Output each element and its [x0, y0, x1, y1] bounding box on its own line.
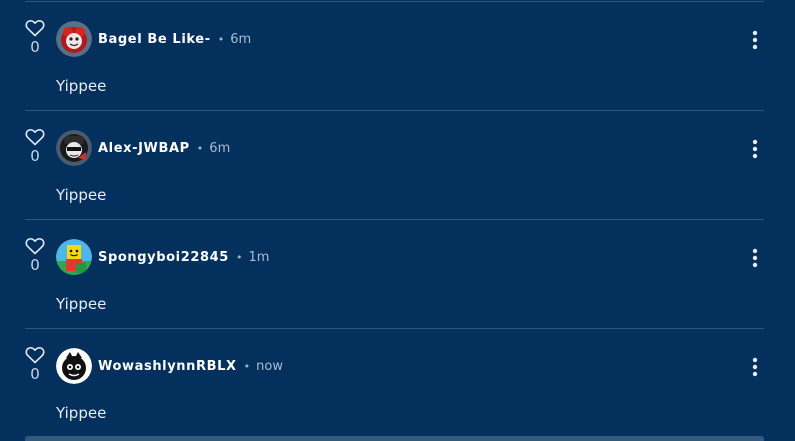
- username[interactable]: Bagel Be Like-: [98, 32, 211, 47]
- more-options-button[interactable]: [746, 139, 764, 161]
- kebab-menu-icon: [752, 357, 758, 377]
- separator-dot: •: [243, 360, 251, 373]
- user-avatar[interactable]: [56, 130, 92, 166]
- comment-text: Yippee: [56, 404, 107, 422]
- user-avatar[interactable]: [56, 239, 92, 275]
- comment-item: 0 Bagel Be Like- • 6m Yippee: [0, 2, 795, 111]
- more-options-button[interactable]: [746, 357, 764, 379]
- timestamp: 6m: [209, 141, 231, 156]
- dark-character-avatar-icon: [56, 130, 92, 166]
- timestamp: now: [256, 359, 283, 374]
- heart-icon[interactable]: [25, 346, 45, 364]
- separator-dot: •: [235, 251, 243, 264]
- like-count: 0: [30, 256, 40, 274]
- comment-item: 0 Spongyboi22845 • 1m Yippee: [0, 220, 795, 329]
- timestamp: 1m: [248, 250, 270, 265]
- more-options-button[interactable]: [746, 30, 764, 52]
- username[interactable]: WowashlynnRBLX: [98, 359, 237, 374]
- username[interactable]: Spongyboi22845: [98, 250, 229, 265]
- white-character-avatar-icon: [56, 348, 92, 384]
- timestamp: 6m: [230, 32, 252, 47]
- red-character-avatar-icon: [56, 21, 92, 57]
- user-avatar[interactable]: [56, 348, 92, 384]
- comment-text: Yippee: [56, 295, 107, 313]
- separator-dot: •: [217, 33, 225, 46]
- comment-meta: WowashlynnRBLX • now: [98, 358, 283, 376]
- heart-icon[interactable]: [25, 237, 45, 255]
- heart-icon[interactable]: [25, 19, 45, 37]
- next-section-edge: [25, 436, 764, 441]
- comment-meta: Bagel Be Like- • 6m: [98, 31, 251, 49]
- like-control: 0: [25, 237, 45, 273]
- like-count: 0: [30, 38, 40, 56]
- comment-item: 0 WowashlynnRBLX • now Yippee: [0, 329, 795, 438]
- heart-icon[interactable]: [25, 128, 45, 146]
- like-count: 0: [30, 147, 40, 165]
- comment-meta: Spongyboi22845 • 1m: [98, 249, 269, 267]
- blocky-character-avatar-icon: [56, 239, 92, 275]
- separator-dot: •: [196, 142, 204, 155]
- kebab-menu-icon: [752, 30, 758, 50]
- like-control: 0: [25, 346, 45, 382]
- username[interactable]: Alex-JWBAP: [98, 141, 190, 156]
- more-options-button[interactable]: [746, 248, 764, 270]
- comment-text: Yippee: [56, 186, 107, 204]
- comment-text: Yippee: [56, 77, 107, 95]
- kebab-menu-icon: [752, 139, 758, 159]
- comment-feed: 0 Bagel Be Like- • 6m Yippee 0 Alex-JWBA…: [0, 0, 795, 441]
- comment-meta: Alex-JWBAP • 6m: [98, 140, 230, 158]
- comment-item: 0 Alex-JWBAP • 6m Yippee: [0, 111, 795, 220]
- like-control: 0: [25, 19, 45, 55]
- user-avatar[interactable]: [56, 21, 92, 57]
- like-control: 0: [25, 128, 45, 164]
- kebab-menu-icon: [752, 248, 758, 268]
- like-count: 0: [30, 365, 40, 383]
